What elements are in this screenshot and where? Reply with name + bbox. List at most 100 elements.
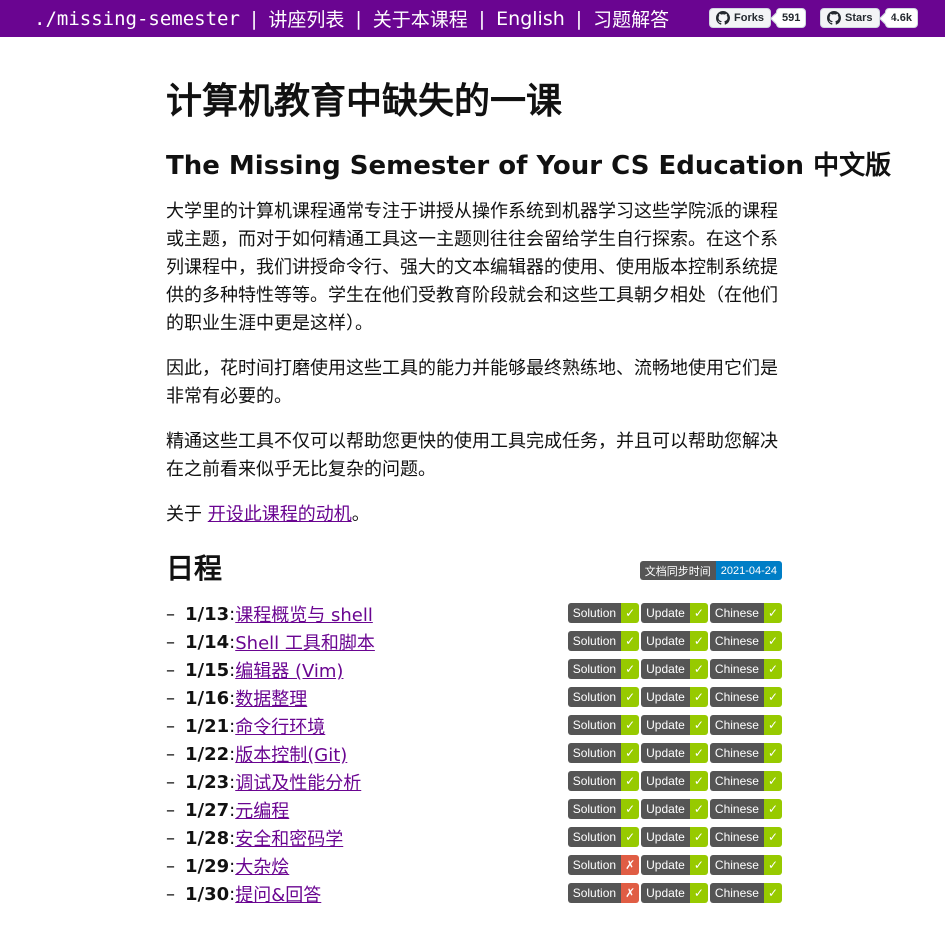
lecture-date: 1/28 [185, 827, 230, 849]
list-dash: – [166, 743, 175, 765]
solution-badge: Solution ✗ [567, 855, 640, 875]
forks-label: Forks [734, 12, 764, 24]
solution-badge-label: Solution [567, 743, 622, 763]
reason-paragraph: 因此，花时间打磨使用这些工具的能力并能够最终熟练地、流畅地使用它们是非常有必要的… [166, 358, 778, 407]
solution-badge-label: Solution [567, 883, 622, 903]
update-badge-label: Update [641, 883, 690, 903]
stars-count[interactable]: 4.6k [884, 8, 918, 28]
check-icon: ✓ [621, 631, 640, 651]
lecture-link[interactable]: 安全和密码学 [235, 825, 343, 851]
cross-icon: ✗ [621, 883, 640, 903]
cross-icon: ✗ [621, 855, 640, 875]
chinese-badge: Chinese ✓ [709, 883, 782, 903]
status-badges: Solution ✓ Update ✓ Chinese ✓ [567, 659, 782, 679]
page-title: 计算机教育中缺失的一课 [166, 81, 563, 122]
sync-date-badge: 文档同步时间 2021-04-24 [639, 561, 782, 580]
lecture-link[interactable]: 命令行环境 [235, 713, 325, 739]
nav-link-solutions[interactable]: 习题解答 [593, 5, 669, 32]
lecture-link[interactable]: 提问&回答 [235, 881, 321, 907]
stars-button[interactable]: Stars [820, 8, 880, 28]
check-icon: ✓ [621, 743, 640, 763]
lecture-link[interactable]: 编辑器 (Vim) [235, 657, 343, 683]
nav-link-english[interactable]: English [496, 8, 565, 30]
chinese-badge-label: Chinese [709, 743, 764, 763]
list-dash: – [166, 827, 175, 849]
nav-links: ./missing-semester | 讲座列表 | 关于本课程 | Engl… [34, 0, 669, 37]
motivation-link[interactable]: 开设此课程的动机 [208, 504, 352, 525]
check-icon: ✓ [763, 631, 782, 651]
lecture-link[interactable]: 调试及性能分析 [235, 769, 361, 795]
nav-link-about[interactable]: 关于本课程 [373, 5, 468, 32]
chinese-badge-label: Chinese [709, 687, 764, 707]
lecture-link[interactable]: 版本控制(Git) [235, 741, 347, 767]
status-badges: Solution ✗ Update ✓ Chinese ✓ [567, 855, 782, 875]
schedule-item: –1/16: 数据整理 Solution ✓ Update ✓ Chinese ✓ [166, 684, 782, 712]
status-badges: Solution ✓ Update ✓ Chinese ✓ [567, 715, 782, 735]
github-stars: Stars 4.6k [820, 8, 918, 28]
solution-badge-label: Solution [567, 687, 622, 707]
solution-badge-label: Solution [567, 771, 622, 791]
lecture-link[interactable]: Shell 工具和脚本 [235, 629, 375, 655]
intro-paragraph: 大学里的计算机课程通常专注于讲授从操作系统到机器学习这些学院派的课程或主题，而对… [166, 201, 778, 334]
status-badges: Solution ✓ Update ✓ Chinese ✓ [567, 631, 782, 651]
solution-badge-label: Solution [567, 659, 622, 679]
chinese-badge: Chinese ✓ [709, 631, 782, 651]
about-paragraph: 关于 开设此课程的动机。 [166, 501, 782, 529]
update-badge-label: Update [641, 743, 690, 763]
sync-date: 2021-04-24 [715, 561, 782, 580]
github-forks: Forks 591 [709, 8, 807, 28]
update-badge-label: Update [641, 687, 690, 707]
solution-badge: Solution ✓ [567, 659, 640, 679]
list-dash: – [166, 855, 175, 877]
brand-link[interactable]: ./missing-semester [34, 8, 240, 30]
sync-label: 文档同步时间 [639, 561, 716, 580]
chinese-badge: Chinese ✓ [709, 687, 782, 707]
check-icon: ✓ [621, 827, 640, 847]
list-dash: – [166, 799, 175, 821]
solution-badge: Solution ✓ [567, 827, 640, 847]
status-badges: Solution ✓ Update ✓ Chinese ✓ [567, 771, 782, 791]
status-badges: Solution ✓ Update ✓ Chinese ✓ [567, 603, 782, 623]
update-badge-label: Update [641, 603, 690, 623]
schedule-item: –1/22: 版本控制(Git) Solution ✓ Update ✓ Chinese ✓ [166, 740, 782, 768]
lecture-date: 1/16 [185, 687, 230, 709]
chinese-badge: Chinese ✓ [709, 743, 782, 763]
nav-separator: | [478, 7, 486, 30]
update-badge-label: Update [641, 659, 690, 679]
list-dash: – [166, 659, 175, 681]
chinese-badge-label: Chinese [709, 883, 764, 903]
lecture-link[interactable]: 数据整理 [235, 685, 307, 711]
lecture-date: 1/15 [185, 659, 230, 681]
chinese-badge: Chinese ✓ [709, 715, 782, 735]
check-icon: ✓ [763, 827, 782, 847]
schedule-header: 日程 文档同步时间 2021-04-24 [166, 549, 782, 589]
chinese-badge: Chinese ✓ [709, 827, 782, 847]
check-icon: ✓ [689, 603, 708, 623]
check-icon: ✓ [763, 687, 782, 707]
check-icon: ✓ [689, 799, 708, 819]
update-badge: Update ✓ [641, 771, 708, 791]
nav-link-lectures[interactable]: 讲座列表 [268, 5, 344, 32]
list-dash: – [166, 883, 175, 905]
solution-badge: Solution ✓ [567, 687, 640, 707]
solution-badge: Solution ✓ [567, 799, 640, 819]
github-icon [827, 11, 841, 25]
about-prefix: 关于 [166, 504, 208, 525]
lecture-link[interactable]: 课程概览与 shell [235, 601, 373, 627]
check-icon: ✓ [689, 883, 708, 903]
forks-count[interactable]: 591 [775, 8, 807, 28]
check-icon: ✓ [689, 715, 708, 735]
schedule-item: –1/27: 元编程 Solution ✓ Update ✓ Chinese ✓ [166, 796, 782, 824]
nav-separator: | [575, 7, 583, 30]
check-icon: ✓ [621, 659, 640, 679]
check-icon: ✓ [689, 687, 708, 707]
schedule-item: –1/23: 调试及性能分析 Solution ✓ Update ✓ Chinese ✓ [166, 768, 782, 796]
solution-badge-label: Solution [567, 715, 622, 735]
list-dash: – [166, 631, 175, 653]
forks-button[interactable]: Forks [709, 8, 771, 28]
lecture-link[interactable]: 大杂烩 [235, 853, 289, 879]
check-icon: ✓ [763, 799, 782, 819]
schedule-item: –1/14: Shell 工具和脚本 Solution ✓ Update ✓ Chines… [166, 628, 782, 656]
lecture-link[interactable]: 元编程 [235, 797, 289, 823]
chinese-badge-label: Chinese [709, 771, 764, 791]
